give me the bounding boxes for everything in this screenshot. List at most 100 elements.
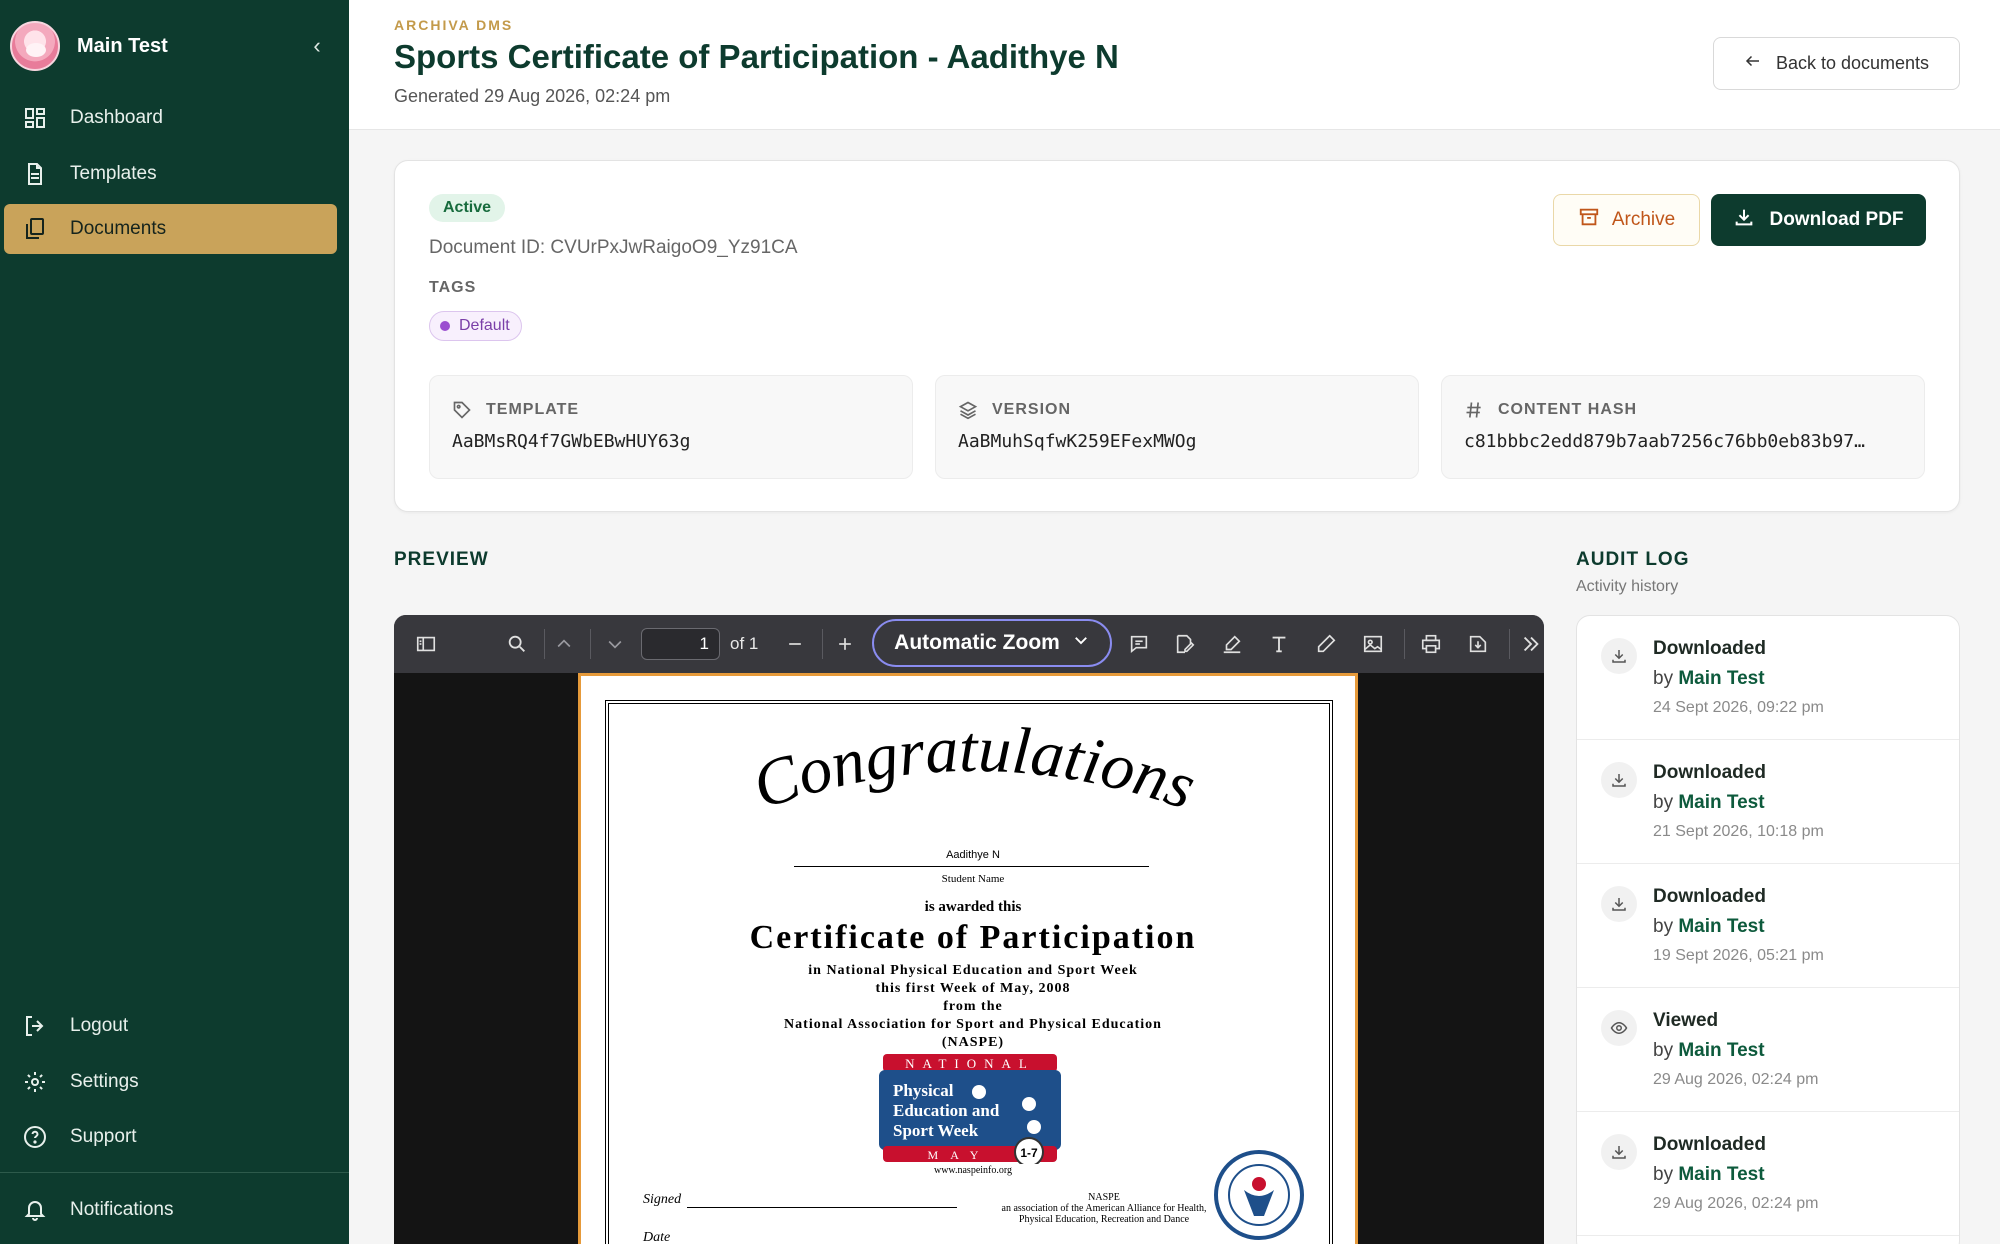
archive-button[interactable]: Archive [1553, 194, 1700, 246]
document-id: Document ID: CVUrPxJwRaigoO9_Yz91CA [429, 237, 798, 258]
file-text-icon [22, 161, 48, 187]
comment-icon[interactable] [1124, 629, 1154, 659]
dashboard-icon [22, 105, 48, 131]
collapse-sidebar-button[interactable]: ‹ [302, 31, 332, 61]
page-subtitle: Generated 29 Aug 2026, 02:24 pm [394, 86, 671, 106]
help-circle-icon [22, 1124, 48, 1150]
highlight-icon[interactable] [1217, 629, 1247, 659]
sidebar-item-label: Notifications [70, 1199, 174, 1220]
download-pdf-button[interactable]: Download PDF [1711, 194, 1926, 246]
audit-action: Downloaded [1653, 638, 1766, 659]
version-meta-box: VERSION AaBMuhSqfwK259EFexMWOg [935, 375, 1419, 479]
signed-line: Signed [643, 1192, 958, 1208]
print-icon[interactable] [1416, 629, 1446, 659]
template-id-value: AaBMsRQ4f7GWbEBwHUY63g [452, 431, 691, 452]
tag-dot [440, 321, 450, 331]
student-name: Aadithye N [946, 849, 1000, 861]
meta-label: TEMPLATE [486, 401, 580, 418]
back-button-label: Back to documents [1775, 53, 1930, 73]
audit-user: Main Test [1678, 1040, 1765, 1061]
sidebar-item-label: Support [70, 1126, 137, 1147]
audit-entry: Downloaded by Main Test 29 Aug 2026, 02:… [1577, 1112, 1959, 1236]
audit-log-list: Downloaded by Main Test 24 Sept 2026, 09… [1576, 615, 1960, 1244]
audit-action: Viewed [1653, 1010, 1719, 1031]
audit-user-line: by Main Test [1653, 792, 1765, 813]
image-icon[interactable] [1358, 629, 1388, 659]
signature-icon[interactable] [1170, 629, 1200, 659]
audit-action: Downloaded [1653, 886, 1766, 907]
badge-line: Sport Week [893, 1121, 979, 1140]
save-icon[interactable] [1463, 629, 1493, 659]
draw-icon[interactable] [1311, 629, 1341, 659]
audit-entry: Downloaded by Main Test 24 Sept 2026, 09… [1577, 616, 1959, 740]
tag-label: Default [459, 317, 510, 334]
sidebar-item-documents[interactable]: Documents [4, 204, 337, 254]
tag-chip[interactable]: Default [429, 311, 522, 341]
audit-timestamp: 24 Sept 2026, 09:22 pm [1653, 699, 1824, 716]
tags-label: TAGS [429, 279, 477, 296]
sidebar-item-settings[interactable]: Settings [4, 1057, 337, 1107]
search-icon[interactable] [502, 629, 532, 659]
badge-line: Education and [893, 1101, 1000, 1120]
congratulations-text: Congratulations [744, 726, 1205, 824]
audit-timestamp: 19 Sept 2026, 05:21 pm [1653, 947, 1824, 964]
layers-icon [958, 400, 980, 420]
page-header: ARCHIVA DMS Sports Certificate of Partic… [349, 0, 2000, 130]
download-icon [1601, 886, 1637, 922]
content-hash-meta-box: CONTENT HASH c81bbbc2edd879b7aab7256c76b… [1441, 375, 1925, 479]
page-title: Sports Certificate of Participation - Aa… [394, 38, 1119, 75]
audit-action: Downloaded [1653, 1134, 1766, 1155]
audit-user: Main Test [1678, 1164, 1765, 1185]
sidebar-item-support[interactable]: Support [4, 1112, 337, 1162]
download-label: Download PDF [1769, 209, 1904, 230]
audit-log-heading: AUDIT LOG [1576, 549, 1690, 570]
naspe-line: an association of the American Alliance … [1001, 1203, 1207, 1214]
user-profile[interactable]: Main Test ‹ [10, 18, 340, 74]
next-page-icon[interactable] [600, 629, 630, 659]
sidebar-item-label: Documents [70, 218, 167, 239]
version-id-value: AaBMuhSqfwK259EFexMWOg [958, 431, 1197, 452]
sidebar-item-label: Dashboard [70, 107, 163, 128]
preview-heading: PREVIEW [394, 549, 489, 570]
pdf-page: Congratulations Aadithye N Student Name … [578, 673, 1358, 1244]
audit-timestamp: 29 Aug 2026, 02:24 pm [1653, 1071, 1819, 1088]
signed-label: Signed [643, 1192, 682, 1207]
certificate-line: in National Physical Education and Sport… [808, 963, 1138, 978]
certificate-line: this first Week of May, 2008 [875, 981, 1071, 996]
sidebar-item-dashboard[interactable]: Dashboard [4, 93, 337, 143]
sidebar-toggle-icon[interactable] [411, 629, 441, 659]
previous-page-icon[interactable] [549, 629, 579, 659]
zoom-select[interactable]: Automatic Zoom [872, 619, 1112, 667]
page-number-input[interactable]: 1 [641, 628, 720, 660]
awarded-text: is awarded this [924, 899, 1022, 915]
avatar [10, 21, 60, 71]
sidebar-item-notifications[interactable]: Notifications [4, 1185, 337, 1235]
sidebar-item-logout[interactable]: Logout [4, 1001, 337, 1051]
zoom-in-icon[interactable] [830, 629, 860, 659]
back-to-documents-button[interactable]: Back to documents [1713, 37, 1960, 90]
pdf-canvas-area[interactable]: Congratulations Aadithye N Student Name … [394, 673, 1544, 1244]
audit-entry: Viewed by Main Test 29 Aug 2026, 02:24 p… [1577, 988, 1959, 1112]
sidebar-item-templates[interactable]: Templates [4, 149, 337, 199]
sidebar: Main Test ‹ Dashboard Templates Document… [0, 0, 349, 1244]
more-tools-icon[interactable] [1516, 629, 1544, 659]
zoom-out-icon[interactable] [780, 629, 810, 659]
download-icon [1601, 638, 1637, 674]
date-line: Date [643, 1230, 956, 1244]
template-meta-box: TEMPLATE AaBMsRQ4f7GWbEBwHUY63g [429, 375, 913, 479]
meta-label: CONTENT HASH [1498, 401, 1638, 418]
badge-dates: 1-7 [1020, 1146, 1038, 1160]
badge-bottom: MAY [928, 1148, 991, 1162]
certificate-border: Congratulations Aadithye N Student Name … [605, 700, 1333, 1244]
pdf-toolbar: 1 of 1 Automatic Zoom [394, 615, 1544, 673]
badge-line: Physical [893, 1081, 954, 1100]
arrow-left-icon [1744, 52, 1762, 76]
text-icon[interactable] [1264, 629, 1294, 659]
sidebar-item-label: Templates [70, 163, 157, 184]
naspe-line: Physical Education, Recreation and Dance [1018, 1214, 1190, 1225]
sidebar-divider [0, 1172, 349, 1173]
sidebar-item-label: Settings [70, 1071, 139, 1092]
sport-week-badge: NATIONAL Physical Education and Sport We… [879, 1054, 1061, 1164]
pdf-viewer: 1 of 1 Automatic Zoom Congratulations Aa… [394, 615, 1544, 1244]
logout-icon [22, 1013, 48, 1039]
